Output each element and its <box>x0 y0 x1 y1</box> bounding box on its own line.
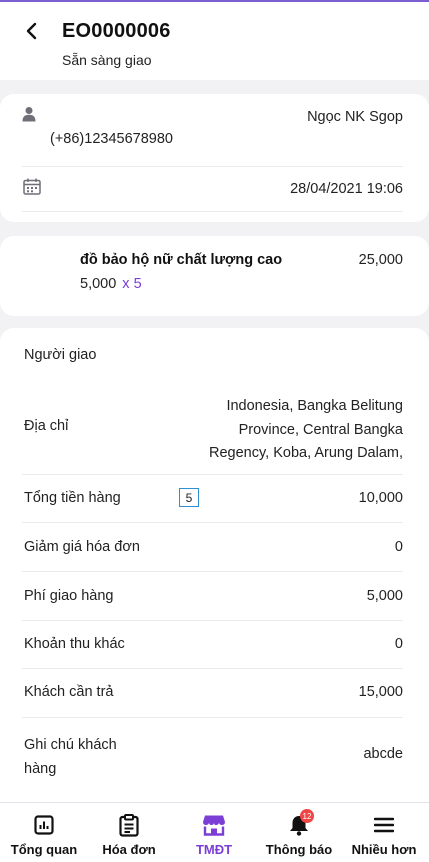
notification-badge: 12 <box>300 809 314 823</box>
order-status: Sẵn sàng giao <box>62 52 152 68</box>
other-charges-value: 0 <box>394 636 403 652</box>
subtotal-quantity-badge: 5 <box>179 488 199 507</box>
discount-label: Giảm giá hóa đơn <box>24 539 140 555</box>
shipper-label: Người giao <box>24 347 97 363</box>
nav-label: Thông báo <box>265 842 333 857</box>
order-date: 28/04/2021 19:06 <box>290 181 403 197</box>
product-card[interactable]: đồ bảo hộ nữ chất lượng cao 25,000 5,000… <box>0 236 429 316</box>
address-line: Indonesia, Bangka Belitung <box>226 398 403 414</box>
nav-item-notifications[interactable]: 12 Thông báo <box>258 803 340 862</box>
nav-label: Hóa đơn <box>102 842 156 857</box>
customer-card: Ngọc NK Sgop (+86)12345678980 28/04/2021… <box>0 94 429 222</box>
nav-label: TMĐT <box>195 842 233 857</box>
address-label: Địa chỉ <box>24 418 69 434</box>
shipping-fee-value: 5,000 <box>366 588 403 604</box>
note-label-line: hàng <box>24 761 57 777</box>
shipping-fee-label: Phí giao hàng <box>24 588 114 604</box>
order-code: EO0000006 <box>62 20 171 42</box>
divider <box>22 620 403 621</box>
nav-item-more[interactable]: Nhiều hơn <box>346 803 422 862</box>
subtotal-label: Tổng tiền hàng <box>24 490 121 506</box>
customer-note-label: Ghi chú khách hàng <box>24 733 117 781</box>
bottom-navigation: Tổng quan Hóa đơn TMĐT 12 Thông báo Nhiề… <box>0 802 429 862</box>
order-details-card: Người giao Địa chỉ Indonesia, Bangka Bel… <box>0 328 429 802</box>
nav-item-invoices[interactable]: Hóa đơn <box>90 803 168 862</box>
divider <box>22 474 403 475</box>
nav-item-ecommerce[interactable]: TMĐT <box>176 803 252 862</box>
note-label-line: Ghi chú khách <box>24 737 117 753</box>
other-charges-label: Khoản thu khác <box>24 636 125 652</box>
subtotal-value: 10,000 <box>358 490 403 506</box>
divider <box>22 717 403 718</box>
customer-note-value: abcde <box>363 746 403 762</box>
invoice-icon <box>119 813 139 837</box>
amount-due-value: 15,000 <box>358 684 403 700</box>
dashboard-icon <box>34 813 54 837</box>
person-icon <box>22 106 36 127</box>
address-line: Province, Central Bangka <box>238 421 403 438</box>
address-value: Indonesia, Bangka Belitung Province, Cen… <box>209 395 403 466</box>
divider <box>22 571 403 572</box>
nav-label: Tổng quan <box>10 842 78 857</box>
bell-icon: 12 <box>288 809 314 837</box>
product-unit-price: 5,000 <box>80 276 117 292</box>
customer-name: Ngọc NK Sgop <box>307 109 403 125</box>
divider <box>22 668 403 669</box>
amount-due-label: Khách cần trả <box>24 684 114 700</box>
product-name: đồ bảo hộ nữ chất lượng cao <box>80 252 283 268</box>
store-icon <box>202 813 226 837</box>
discount-value: 0 <box>394 539 403 555</box>
app-header: EO0000006 Sẵn sàng giao <box>0 2 429 80</box>
product-quantity: x 5 <box>122 276 142 292</box>
back-button[interactable] <box>18 16 44 46</box>
back-arrow-icon <box>26 22 37 40</box>
product-price-line: 5,000 x 5 <box>80 276 142 292</box>
calendar-icon <box>23 178 41 200</box>
divider <box>22 211 403 212</box>
divider <box>22 166 403 167</box>
product-total: 25,000 <box>358 252 403 268</box>
customer-phone: (+86)12345678980 <box>50 131 173 147</box>
nav-item-overview[interactable]: Tổng quan <box>4 803 84 862</box>
address-line: Regency, Koba, Arung Dalam, <box>209 445 403 461</box>
menu-icon <box>374 813 394 837</box>
divider <box>22 522 403 523</box>
nav-label: Nhiều hơn <box>351 842 417 857</box>
